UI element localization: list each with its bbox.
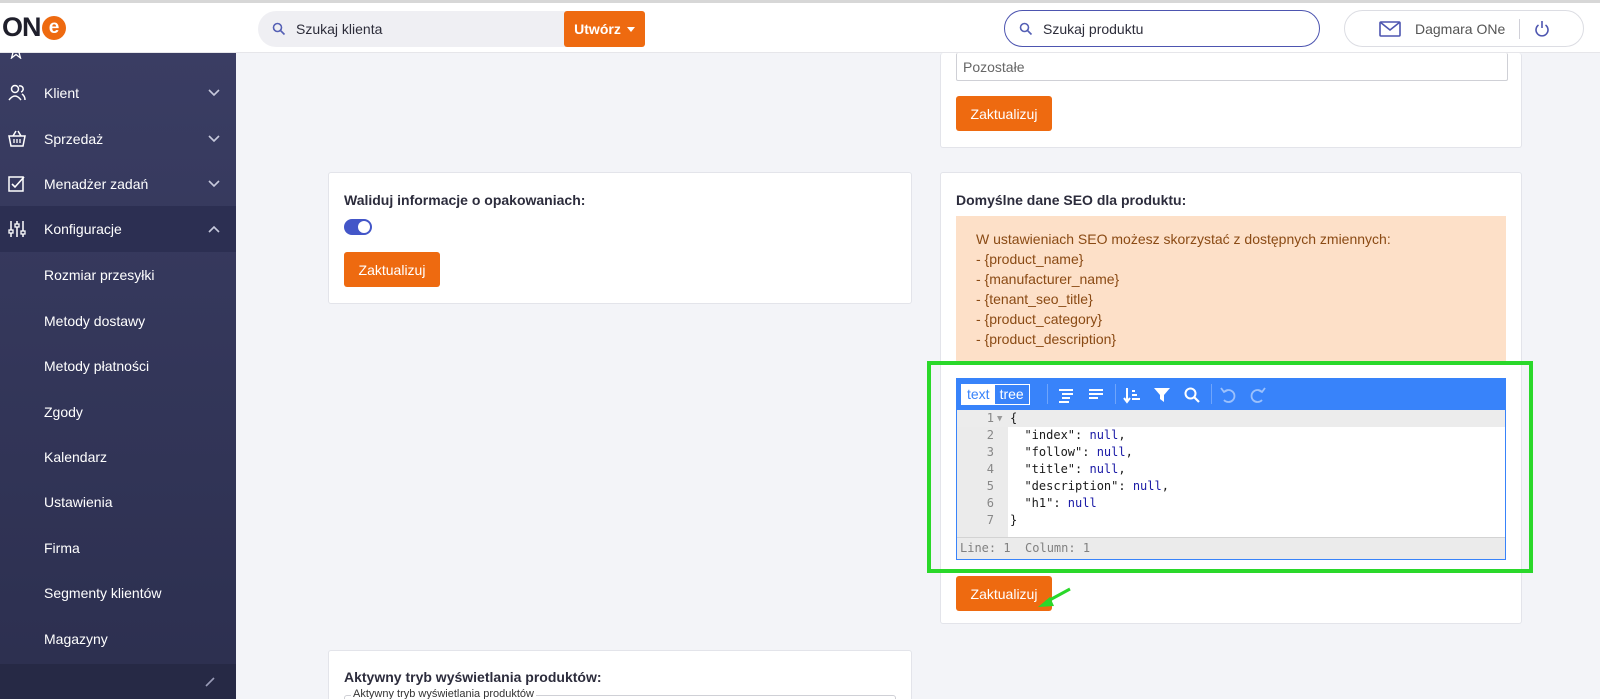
note-line: - {product_name}: [976, 251, 1084, 267]
note-line: W ustawieniach SEO możesz skorzystać z d…: [976, 231, 1391, 247]
sidebar-footer: [0, 664, 236, 699]
client-search-placeholder: Szukaj klienta: [296, 21, 383, 37]
sliders-icon: [8, 221, 26, 237]
sidebar-item-label: Konfiguracje: [44, 221, 122, 237]
note-line: - {tenant_seo_title}: [976, 291, 1093, 307]
update-button[interactable]: Zaktualizuj: [956, 96, 1052, 131]
chevron-down-icon: [208, 135, 220, 143]
note-line: - {product_category}: [976, 311, 1103, 327]
sidebar-item-menadzer-zadan[interactable]: Menadżer zadań: [0, 161, 236, 207]
sidebar-item-label: Menadżer zadań: [44, 176, 149, 192]
collapse-icon[interactable]: [204, 676, 216, 688]
sidebar-subitem-kalendarz[interactable]: Kalendarz: [44, 449, 107, 465]
power-icon[interactable]: [1534, 20, 1550, 38]
product-search-input[interactable]: Szukaj produktu: [1004, 10, 1320, 47]
sidebar-subitem-zgody[interactable]: Zgody: [44, 404, 83, 420]
sidebar-item-label: Klient: [44, 85, 80, 101]
product-search-placeholder: Szukaj produktu: [1043, 20, 1144, 37]
caret-down-icon: [626, 26, 635, 32]
create-label: Utwórz: [574, 21, 621, 37]
card-title: Domyślne dane SEO dla produktu:: [956, 192, 1187, 208]
seo-variables-note: W ustawieniach SEO możesz skorzystać z d…: [956, 216, 1506, 362]
sidebar-subitem-segmenty-klientow[interactable]: Segmenty klientów: [44, 585, 162, 601]
page-scrollbar[interactable]: [1586, 53, 1600, 699]
field-label: Aktywny tryb wyświetlania produktów: [351, 688, 536, 699]
other-input[interactable]: Pozostałe: [956, 53, 1508, 81]
toggle-knob: [358, 221, 370, 233]
sidebar-item-konfiguracje[interactable]: Konfiguracje: [0, 206, 236, 252]
chevron-down-icon: [208, 89, 220, 97]
highlight-frame: [927, 361, 1533, 573]
logo[interactable]: ON e: [2, 12, 66, 43]
logo-e: e: [41, 15, 66, 40]
basket-icon: [8, 130, 26, 147]
tasks-icon: [8, 176, 25, 192]
chevron-down-icon: [208, 180, 220, 188]
card-validate-packaging: Waliduj informacje o opakowaniach: Zaktu…: [328, 172, 912, 304]
card-display-mode: Aktywny tryb wyświetlania produktów: Akt…: [328, 650, 912, 699]
logo-text: ON: [2, 12, 41, 42]
note-line: - {product_description}: [976, 331, 1117, 347]
sidebar-subitem-magazyny[interactable]: Magazyny: [44, 631, 108, 647]
users-icon: [8, 84, 26, 101]
update-button[interactable]: Zaktualizuj: [344, 252, 440, 287]
sidebar-subitem-metody-dostawy[interactable]: Metody dostawy: [44, 313, 145, 329]
sidebar-item-klient[interactable]: Klient: [0, 70, 236, 116]
sidebar-subitem-rozmiar-przesylki[interactable]: Rozmiar przesyłki: [44, 267, 154, 283]
note-line: - {manufacturer_name}: [976, 271, 1120, 287]
other-input-value: Pozostałe: [963, 58, 1025, 75]
user-menu[interactable]: Dagmara ONe: [1344, 10, 1584, 47]
sidebar-item-sprzedaz[interactable]: Sprzedaż: [0, 116, 236, 162]
chevron-up-icon: [208, 225, 220, 233]
sidebar-subitem-metody-platnosci[interactable]: Metody płatności: [44, 358, 149, 374]
sidebar-subitem-ustawienia[interactable]: Ustawienia: [44, 494, 112, 510]
card-title: Waliduj informacje o opakowaniach:: [344, 192, 586, 208]
divider: [1519, 18, 1521, 39]
display-mode-select[interactable]: Aktywny tryb wyświetlania produktów: [344, 688, 896, 699]
sidebar: Klient Sprzedaż Menadżer zadań Konfigura…: [0, 43, 236, 699]
sidebar-subitem-firma[interactable]: Firma: [44, 540, 80, 556]
user-name[interactable]: Dagmara ONe: [1415, 21, 1505, 37]
card-title: Aktywny tryb wyświetlania produktów:: [344, 669, 602, 685]
search-icon: [1019, 22, 1033, 35]
sidebar-item-label: Sprzedaż: [44, 131, 104, 147]
create-button[interactable]: Utwórz: [564, 11, 645, 47]
client-search-input[interactable]: Szukaj klienta: [258, 11, 566, 47]
top-bar: ON e Szukaj klienta Utwórz Szukaj produkt…: [0, 0, 1600, 53]
arrow-annotation-icon: [1038, 587, 1071, 607]
validate-toggle[interactable]: [344, 219, 372, 235]
mail-icon[interactable]: [1379, 20, 1401, 37]
star-icon: [8, 43, 24, 59]
card-other-settings: Pozostałe Zaktualizuj: [940, 53, 1522, 148]
search-icon: [272, 22, 286, 36]
